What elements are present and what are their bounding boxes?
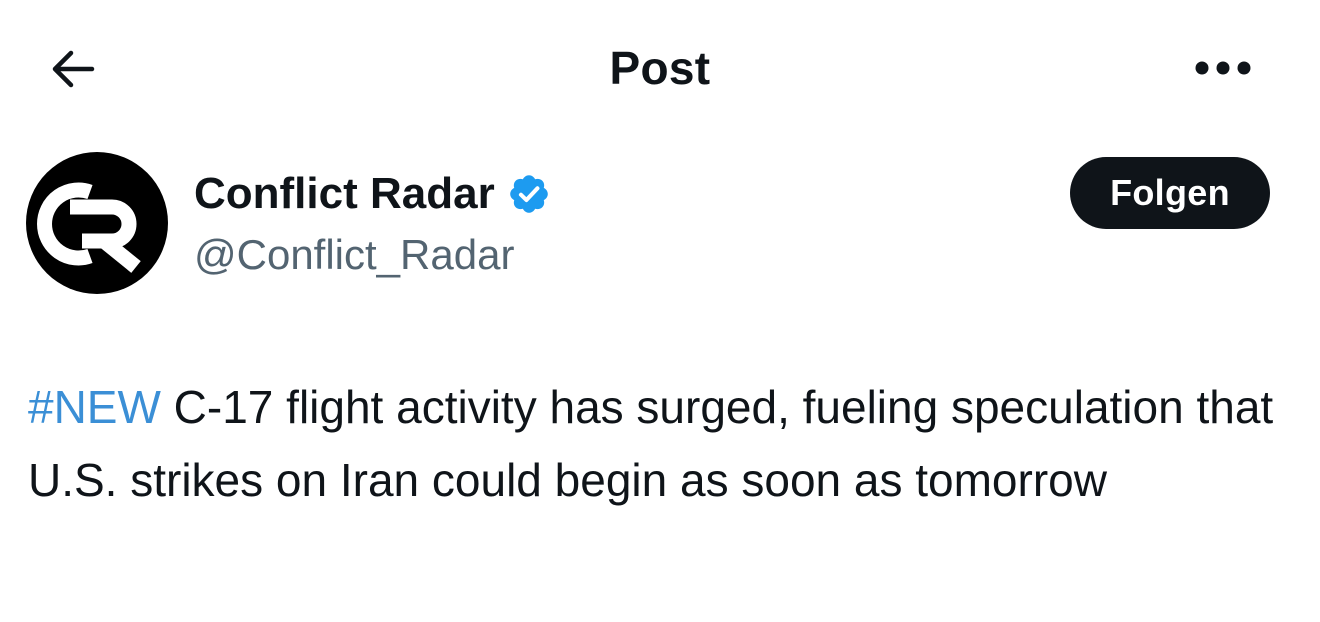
post-text: #NEW C-17 flight activity has surged, fu… <box>28 371 1288 517</box>
author-handle[interactable]: @Conflict_Radar <box>194 228 514 282</box>
hashtag-link[interactable]: #NEW <box>28 381 161 433</box>
more-horizontal-icon <box>1195 61 1251 75</box>
page-title: Post <box>609 42 711 94</box>
author-display-name[interactable]: Conflict Radar <box>194 166 495 222</box>
conflict-radar-logo <box>37 182 141 273</box>
top-bar: Post <box>0 0 1320 135</box>
avatar[interactable] <box>26 152 168 294</box>
author-name-row: Conflict Radar <box>194 166 551 222</box>
verified-badge-icon[interactable] <box>507 172 551 216</box>
follow-button[interactable]: Folgen <box>1070 157 1270 229</box>
more-options-button[interactable] <box>1180 40 1266 96</box>
post-body: C-17 flight activity has surged, fueling… <box>28 381 1274 506</box>
